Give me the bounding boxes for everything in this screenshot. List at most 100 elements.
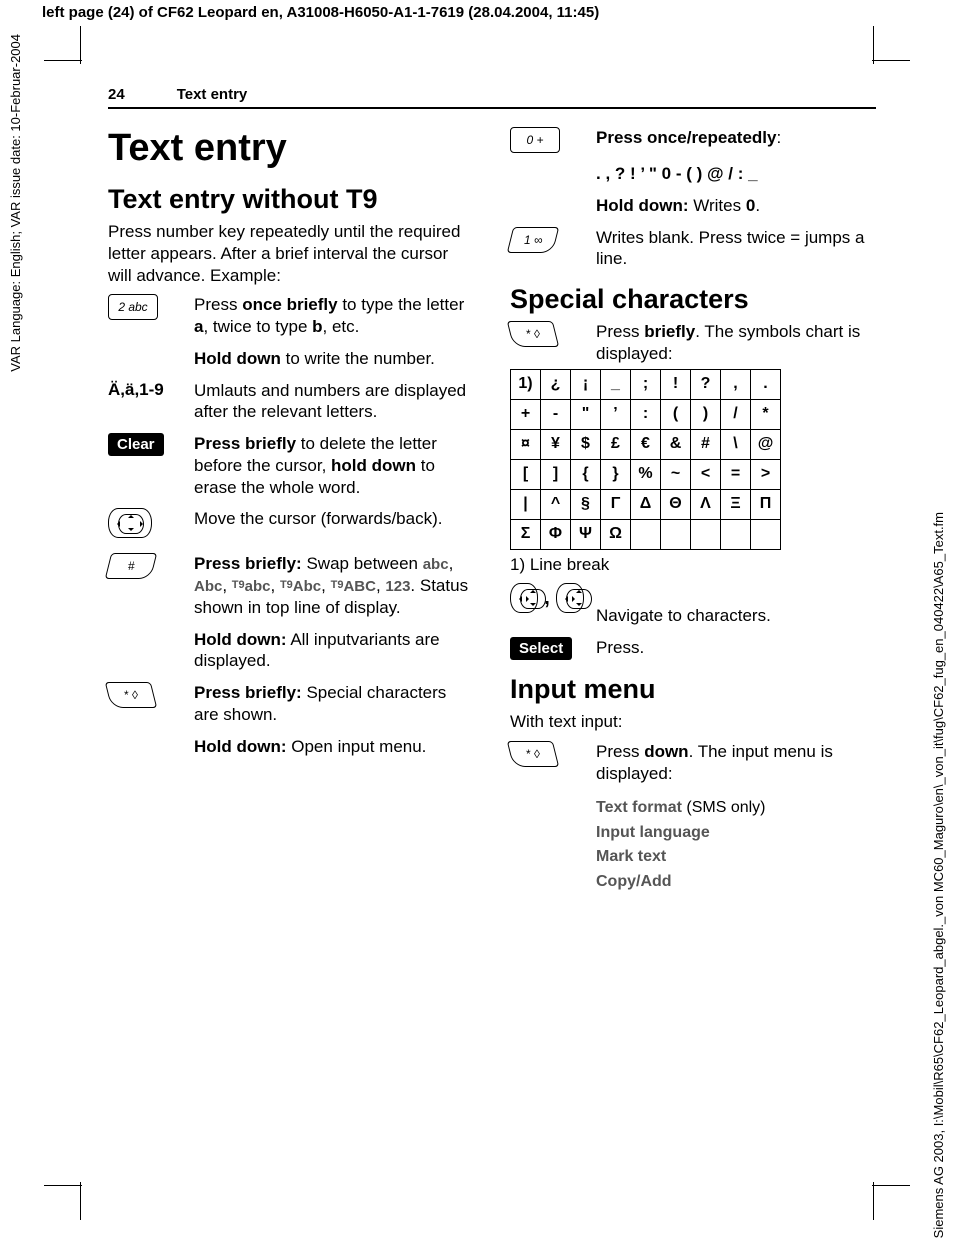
charmap-cell: $ (571, 429, 601, 459)
charmap-cell (631, 519, 661, 549)
charmap-cell (721, 519, 751, 549)
charmap-cell: ) (691, 399, 721, 429)
star-desc-1: Press briefly: Special characters are sh… (194, 682, 474, 726)
charmap-cell: ^ (541, 489, 571, 519)
charmap-cell: # (691, 429, 721, 459)
crop-mark (873, 26, 874, 64)
zero-desc-2: Hold down: Writes 0. (596, 195, 876, 217)
crop-mark (872, 1185, 910, 1186)
key-2-desc-2: Hold down to write the number. (194, 348, 474, 370)
right-margin-note: Siemens AG 2003, I:\Mobil\R65\CF62_Leopa… (931, 512, 946, 1238)
clear-desc: Press briefly to delete the letter befor… (194, 433, 474, 498)
charmap-cell: . (751, 369, 781, 399)
umlaut-label: Ä,ä,1-9 (108, 380, 182, 424)
charmap-cell: ~ (661, 459, 691, 489)
charmap-cell: Ξ (721, 489, 751, 519)
charmap-cell: ¿ (541, 369, 571, 399)
left-margin-note: VAR Language: English; VAR issue date: 1… (8, 34, 23, 372)
charmap-cell: - (541, 399, 571, 429)
crop-mark (44, 1185, 82, 1186)
charmap-cell: @ (751, 429, 781, 459)
charmap-cell: Π (751, 489, 781, 519)
charmap-cell: Θ (661, 489, 691, 519)
definition-list: 2 abc Press once briefly to type the let… (108, 294, 474, 757)
charmap-cell: ( (661, 399, 691, 429)
zero-key-icon: 0 + (510, 127, 584, 153)
intro-paragraph: Press number key repeatedly until the re… (108, 221, 474, 286)
charmap-cell: : (631, 399, 661, 429)
charmap-cell: % (631, 459, 661, 489)
charmap-cell: Δ (631, 489, 661, 519)
charmap-cell: ] (541, 459, 571, 489)
charmap-cell: ¡ (571, 369, 601, 399)
h1-text-entry: Text entry (108, 127, 474, 170)
hash-desc-1: Press briefly: Swap between abc, Abc, T9… (194, 553, 474, 618)
navpad-icon (108, 508, 182, 543)
charmap-cell: § (571, 489, 601, 519)
umlaut-desc: Umlauts and numbers are displayed after … (194, 380, 474, 424)
charmap-cell: / (721, 399, 751, 429)
input-menu-lead: With text input: (510, 711, 876, 733)
page-body: 24 Text entry Text entry Text entry with… (108, 86, 876, 896)
zero-desc-1: Press once/repeatedly: (596, 127, 876, 153)
star-key-icon: * ◊ (108, 682, 182, 726)
special-char-table: 1)¿¡_;!?,.+-"’:()/*¤¥$£€&#\@[]{}%~<=>|^§… (510, 369, 781, 550)
h2-special-characters: Special characters (510, 284, 876, 315)
charmap-cell: £ (601, 429, 631, 459)
navpad-pair-desc: Navigate to characters. (596, 583, 876, 627)
input-menu-desc: Press down. The input menu is displayed: (596, 741, 876, 785)
select-desc: Press. (596, 637, 876, 660)
charmap-cell: Σ (511, 519, 541, 549)
charmap-cell: Ω (601, 519, 631, 549)
crop-mark (80, 26, 81, 64)
charmap-cell: * (751, 399, 781, 429)
star-key-icon-2: * ◊ (510, 321, 584, 365)
charmap-cell: " (571, 399, 601, 429)
charmap-cell: } (601, 459, 631, 489)
charmap-cell: > (751, 459, 781, 489)
charmap-cell: 1) (511, 369, 541, 399)
charmap-cell: Λ (691, 489, 721, 519)
charmap-cell: ? (691, 369, 721, 399)
running-head: 24 Text entry (108, 86, 876, 109)
charmap-cell: | (511, 489, 541, 519)
charmap-cell (661, 519, 691, 549)
charmap-cell: ! (661, 369, 691, 399)
charmap-cell: [ (511, 459, 541, 489)
navpad-desc: Move the cursor (forwards/back). (194, 508, 474, 543)
page-number: 24 (108, 86, 125, 103)
right-column: 0 + Press once/repeatedly: . , ? ! ’ " 0… (510, 127, 876, 896)
key-2-label: 2 abc (118, 300, 147, 314)
charmap-cell: , (721, 369, 751, 399)
charmap-cell: { (571, 459, 601, 489)
clear-softkey: Clear (108, 433, 182, 498)
zero-chars: . , ? ! ’ " 0 - ( ) @ / : _ (596, 163, 876, 185)
top-header: left page (24) of CF62 Leopard en, A3100… (42, 4, 599, 21)
navpad-pair: , (510, 583, 584, 627)
one-key-icon: 1 ∞ (510, 227, 584, 271)
charmap-cell: = (721, 459, 751, 489)
charmap-cell (751, 519, 781, 549)
charmap-cell: ¤ (511, 429, 541, 459)
star-key-icon-3: * ◊ (510, 741, 584, 785)
h2-input-menu: Input menu (510, 674, 876, 705)
one-desc: Writes blank. Press twice = jumps a line… (596, 227, 876, 271)
charmap-cell: _ (601, 369, 631, 399)
h2-without-t9: Text entry without T9 (108, 184, 474, 215)
charmap-cell: ; (631, 369, 661, 399)
charmap-cell: Γ (601, 489, 631, 519)
hash-desc-2: Hold down: All inputvariants are display… (194, 629, 474, 673)
charmap-cell: ’ (601, 399, 631, 429)
charmap-cell: Φ (541, 519, 571, 549)
hash-key-icon: # (108, 553, 182, 618)
charmap-cell: \ (721, 429, 751, 459)
charmap-cell: & (661, 429, 691, 459)
crop-mark (872, 60, 910, 61)
crop-mark (873, 1182, 874, 1220)
charmap-cell: < (691, 459, 721, 489)
charmap-cell: Ψ (571, 519, 601, 549)
charmap-cell: € (631, 429, 661, 459)
special-desc: Press briefly. The symbols chart is disp… (596, 321, 876, 365)
running-title: Text entry (177, 86, 248, 103)
input-menu-items: Text format (SMS only) Input language Ma… (596, 794, 876, 896)
